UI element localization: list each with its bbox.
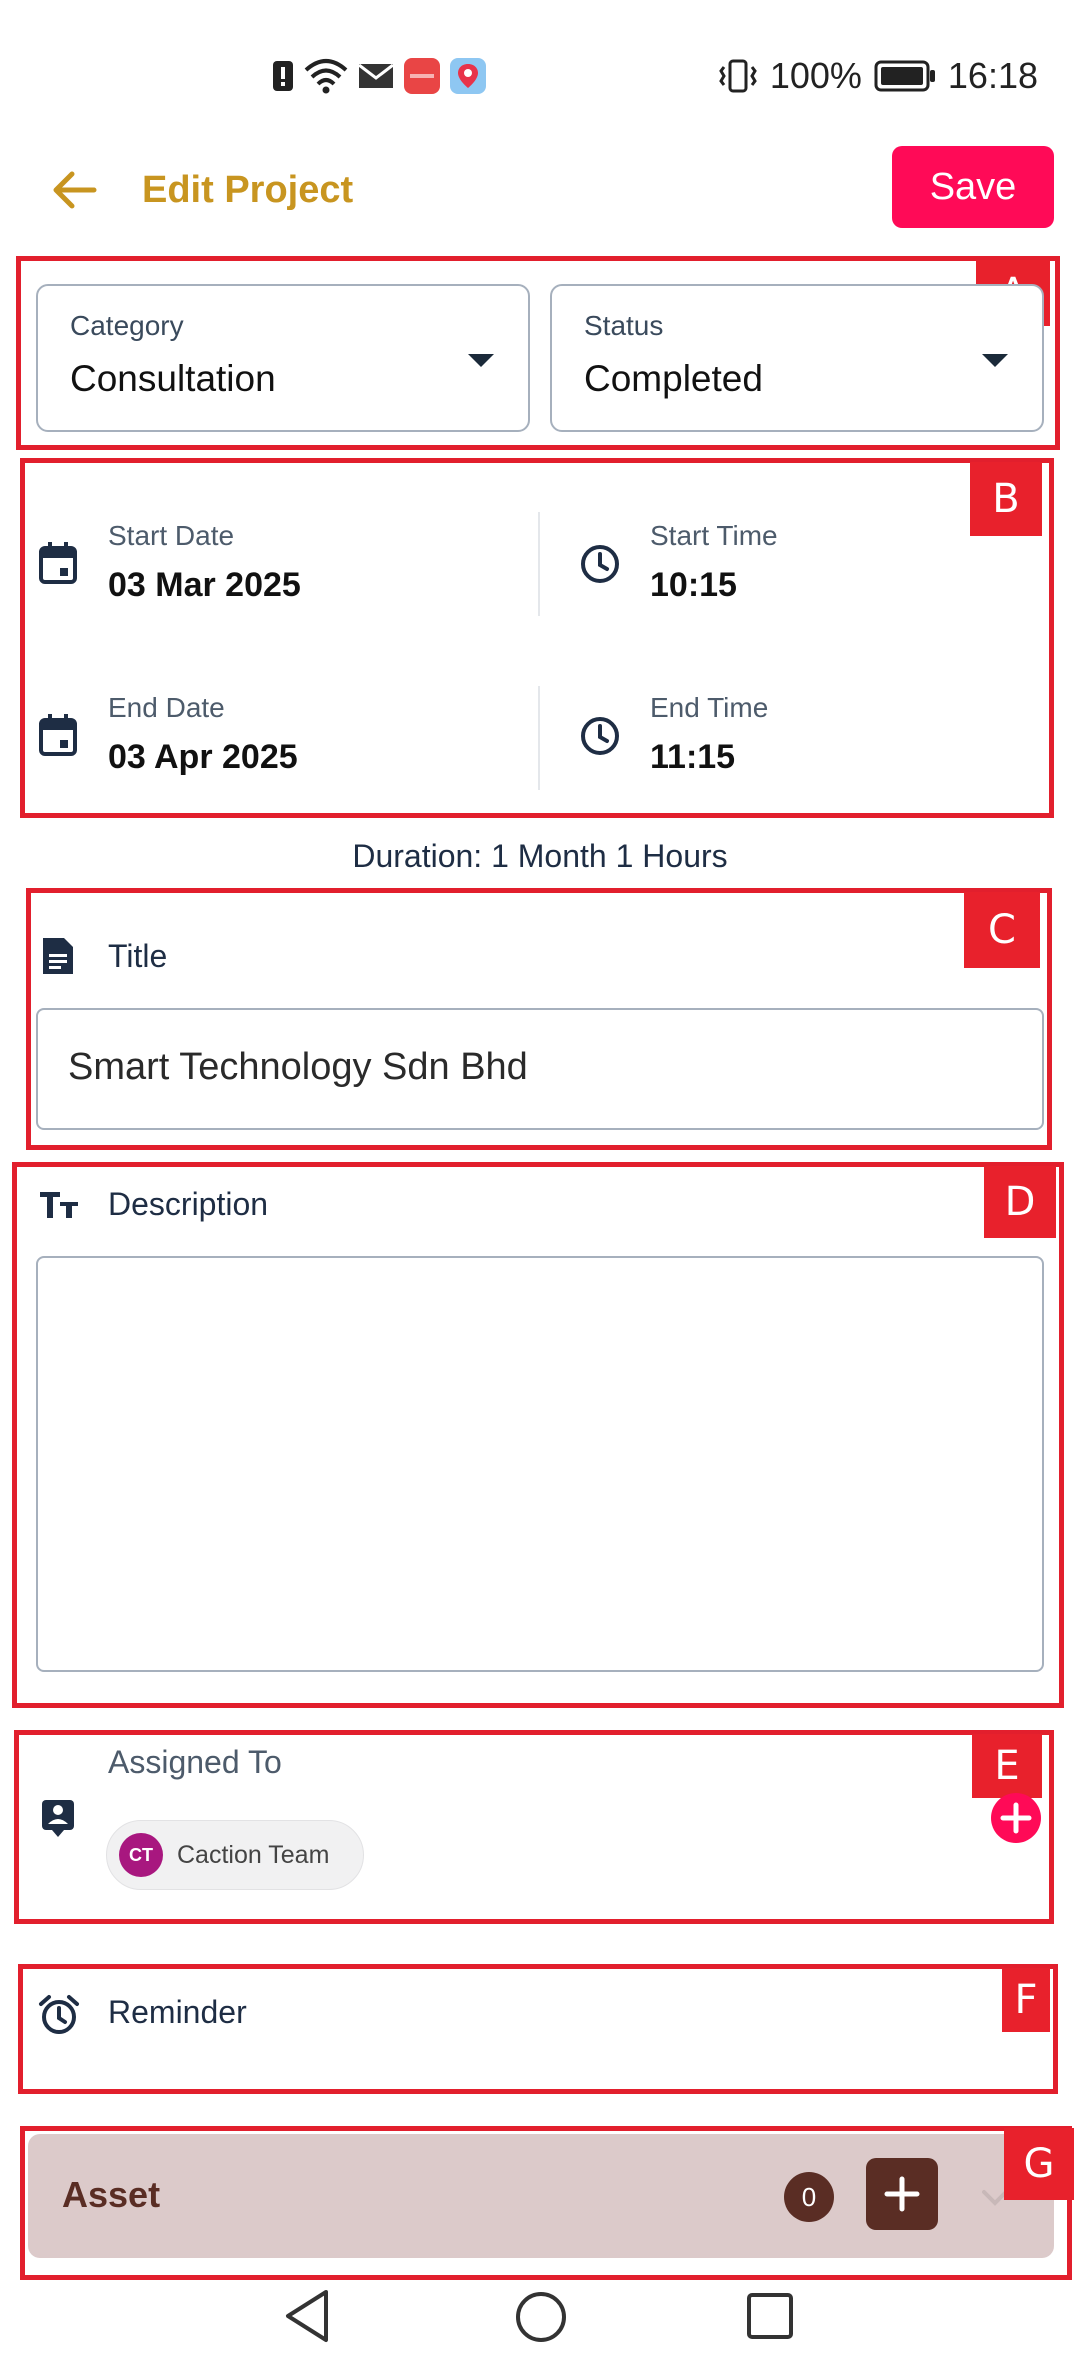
start-date-label: Start Date bbox=[108, 520, 235, 551]
description-label: Description bbox=[108, 1186, 269, 1222]
start-date-field[interactable]: Start Date 03 Mar 2025 bbox=[36, 510, 526, 620]
asset-label: Asset bbox=[62, 2174, 161, 2215]
calendar-icon bbox=[39, 542, 77, 584]
battery-icon bbox=[874, 60, 935, 92]
back-arrow-icon[interactable] bbox=[44, 160, 104, 220]
asset-panel[interactable]: Asset 0 bbox=[28, 2134, 1054, 2258]
category-dropdown[interactable]: Category Consultation bbox=[36, 284, 530, 432]
annotation-tag-d: D bbox=[984, 1166, 1056, 1238]
end-date-label: End Date bbox=[108, 692, 225, 723]
description-textarea[interactable] bbox=[36, 1256, 1044, 1672]
reminder-row[interactable]: Reminder bbox=[30, 1986, 990, 2046]
battery-percent: 100% bbox=[769, 55, 862, 96]
assignee-chip[interactable]: CT Caction Team bbox=[106, 1820, 364, 1890]
reminder-label: Reminder bbox=[108, 1994, 247, 2030]
clock: 16:18 bbox=[947, 55, 1038, 96]
end-time-field[interactable]: End Time 11:15 bbox=[576, 682, 1046, 792]
clock-icon bbox=[581, 717, 619, 755]
duration-text: Duration: 1 Month 1 Hours bbox=[352, 838, 728, 874]
mail-icon bbox=[358, 63, 394, 88]
status-bar: 100% 16:18 bbox=[0, 0, 1080, 150]
add-assignee-button[interactable] bbox=[990, 1792, 1042, 1844]
category-value: Consultation bbox=[70, 358, 276, 399]
status-icons-left bbox=[272, 54, 486, 98]
assigned-to-label: Assigned To bbox=[108, 1744, 282, 1780]
add-asset-button[interactable] bbox=[866, 2158, 938, 2230]
annotation-tag-g: G bbox=[1004, 2128, 1074, 2200]
alert-icon bbox=[273, 61, 293, 91]
title-input[interactable]: Smart Technology Sdn Bhd bbox=[36, 1008, 1044, 1130]
vibrate-icon bbox=[719, 59, 757, 93]
start-time-field[interactable]: Start Time 10:15 bbox=[576, 510, 1046, 620]
avatar: CT bbox=[119, 1833, 163, 1877]
clock-icon bbox=[581, 545, 619, 583]
start-date-value: 03 Mar 2025 bbox=[108, 566, 301, 604]
end-time-value: 11:15 bbox=[650, 738, 736, 776]
end-date-value: 03 Apr 2025 bbox=[108, 738, 298, 776]
title-label: Title bbox=[108, 938, 168, 974]
end-date-field[interactable]: End Date 03 Apr 2025 bbox=[36, 682, 526, 792]
status-icons-right: 100% 16:18 bbox=[718, 54, 1038, 98]
start-time-label: Start Time bbox=[650, 520, 778, 551]
back-nav-icon[interactable] bbox=[282, 2288, 332, 2344]
huawei-app-icon bbox=[404, 58, 440, 94]
divider bbox=[538, 686, 540, 790]
text-format-icon bbox=[40, 1192, 78, 1218]
wifi-icon bbox=[304, 59, 348, 94]
alarm-clock-icon bbox=[39, 1995, 79, 2034]
chevron-down-icon bbox=[468, 354, 494, 367]
document-icon bbox=[43, 938, 73, 974]
save-button[interactable]: Save bbox=[892, 146, 1054, 228]
status-label: Status bbox=[584, 310, 664, 341]
home-nav-icon[interactable] bbox=[514, 2290, 568, 2344]
asset-count-badge: 0 bbox=[784, 2172, 834, 2222]
end-time-label: End Time bbox=[650, 692, 769, 723]
calendar-icon bbox=[39, 714, 77, 756]
divider bbox=[538, 512, 540, 616]
assigned-person-icon bbox=[42, 1800, 74, 1837]
page-title: Edit Project bbox=[142, 169, 354, 211]
chevron-down-icon bbox=[982, 354, 1008, 367]
recents-nav-icon[interactable] bbox=[746, 2292, 794, 2340]
title-input-value: Smart Technology Sdn Bhd bbox=[68, 1046, 528, 1088]
system-nav-bar bbox=[0, 2260, 1080, 2376]
category-label: Category bbox=[70, 310, 184, 341]
annotation-tag-e: E bbox=[972, 1734, 1042, 1798]
plus-icon bbox=[884, 2176, 920, 2212]
annotation-tag-f: F bbox=[1002, 1968, 1050, 2032]
annotation-tag-c: C bbox=[964, 892, 1040, 968]
start-time-value: 10:15 bbox=[650, 566, 737, 604]
status-dropdown[interactable]: Status Completed bbox=[550, 284, 1044, 432]
status-value: Completed bbox=[584, 358, 763, 399]
maps-app-icon bbox=[450, 58, 486, 94]
assignee-name: Caction Team bbox=[177, 1840, 330, 1869]
